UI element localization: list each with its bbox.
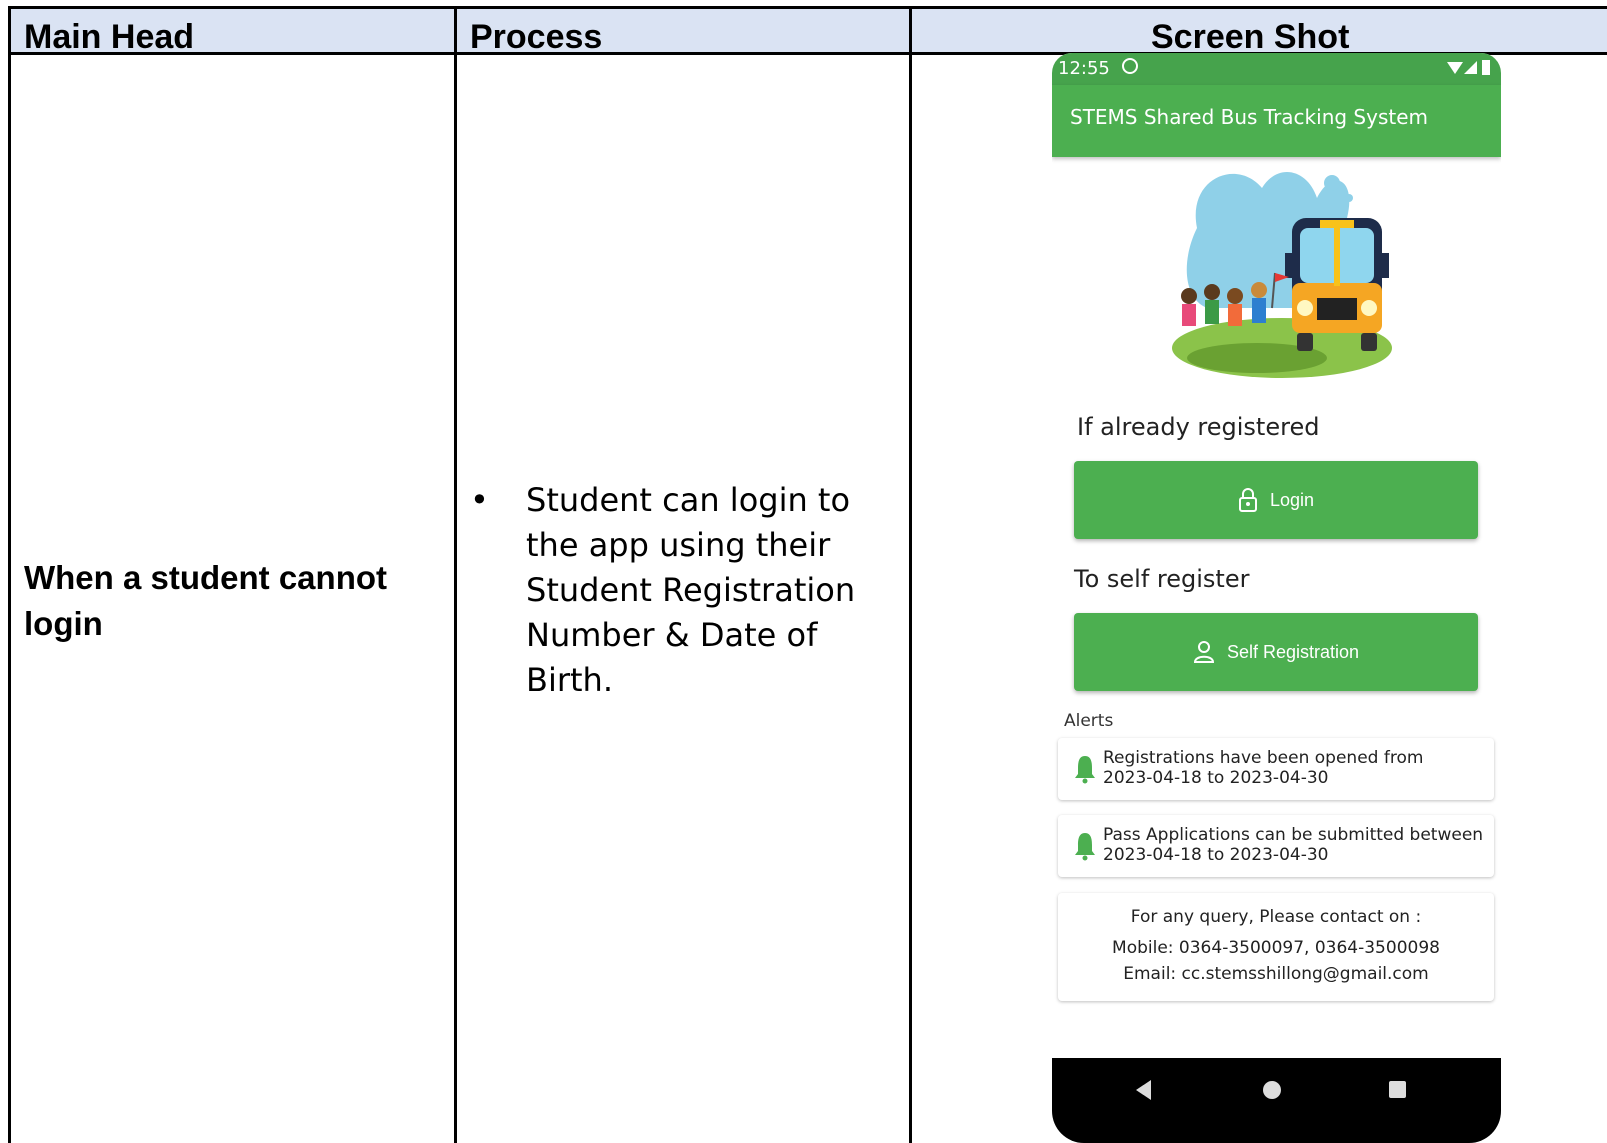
header-main-head: Main Head (24, 18, 195, 56)
header-cell-process: Process (457, 9, 909, 56)
contact-card: For any query, Please contact on : Mobil… (1058, 893, 1494, 1001)
registered-label: If already registered (1077, 413, 1320, 441)
app-title: STEMS Shared Bus Tracking System (1070, 105, 1428, 129)
self-registration-button-label: Self Registration (1226, 641, 1360, 662)
notification-icon (1122, 58, 1138, 74)
alert-line-2: 2023-04-18 to 2023-04-30 (1103, 768, 1329, 788)
login-button[interactable]: Login (1074, 461, 1478, 539)
login-button-label: Login (1269, 489, 1315, 510)
status-time: 12:55 (1058, 58, 1110, 79)
alert-text: Pass Applications can be submitted betwe… (1103, 825, 1483, 865)
recents-icon[interactable] (1389, 1081, 1406, 1098)
header-process: Process (470, 18, 603, 56)
table-border-top (8, 6, 1607, 9)
back-icon[interactable] (1136, 1080, 1151, 1100)
alert-card: Pass Applications can be submitted betwe… (1058, 815, 1494, 877)
battery-icon (1482, 60, 1490, 75)
alert-line-2: 2023-04-18 to 2023-04-30 (1103, 845, 1329, 865)
self-registration-button[interactable]: Self Registration (1074, 613, 1478, 691)
contact-mobile: Mobile: 0364-3500097, 0364-3500098 (1112, 938, 1440, 958)
signal-icon (1464, 61, 1477, 74)
lock-icon (1238, 488, 1257, 512)
bell-icon (1075, 833, 1095, 861)
bullet: • (470, 481, 489, 519)
school-bus-illustration (1172, 171, 1392, 378)
main-head-text: When a student cannot login (24, 559, 387, 642)
app-bar: STEMS Shared Bus Tracking System (1052, 85, 1501, 157)
alert-line-1: Registrations have been opened from (1103, 748, 1424, 768)
status-bar: 12:55 (1052, 53, 1501, 85)
header-screen-shot: Screen Shot (1151, 18, 1350, 56)
header-cell-main-head: Main Head (11, 9, 454, 56)
phone-screenshot: 12:55 STEMS Shared Bus Tracking System I… (1052, 53, 1501, 1143)
wifi-icon (1447, 62, 1463, 74)
bell-icon (1075, 756, 1095, 784)
table-border-left (8, 6, 11, 1143)
table-divider-1 (454, 6, 457, 1143)
contact-email: Email: cc.stemsshillong@gmail.com (1123, 964, 1429, 984)
person-icon (1193, 641, 1214, 663)
process-text: Student can login to the app using their… (526, 481, 856, 699)
table-divider-2 (909, 6, 912, 1143)
self-register-label: To self register (1074, 565, 1250, 593)
alert-card: Registrations have been opened from 2023… (1058, 738, 1494, 800)
alerts-title: Alerts (1064, 711, 1114, 731)
alert-text: Registrations have been opened from 2023… (1103, 748, 1423, 788)
contact-heading: For any query, Please contact on : (1130, 907, 1422, 927)
navigation-bar (1052, 1058, 1501, 1143)
header-cell-screen-shot: Screen Shot (912, 9, 1607, 56)
alert-line-1: Pass Applications can be submitted betwe… (1103, 825, 1484, 845)
home-icon[interactable] (1263, 1081, 1281, 1099)
